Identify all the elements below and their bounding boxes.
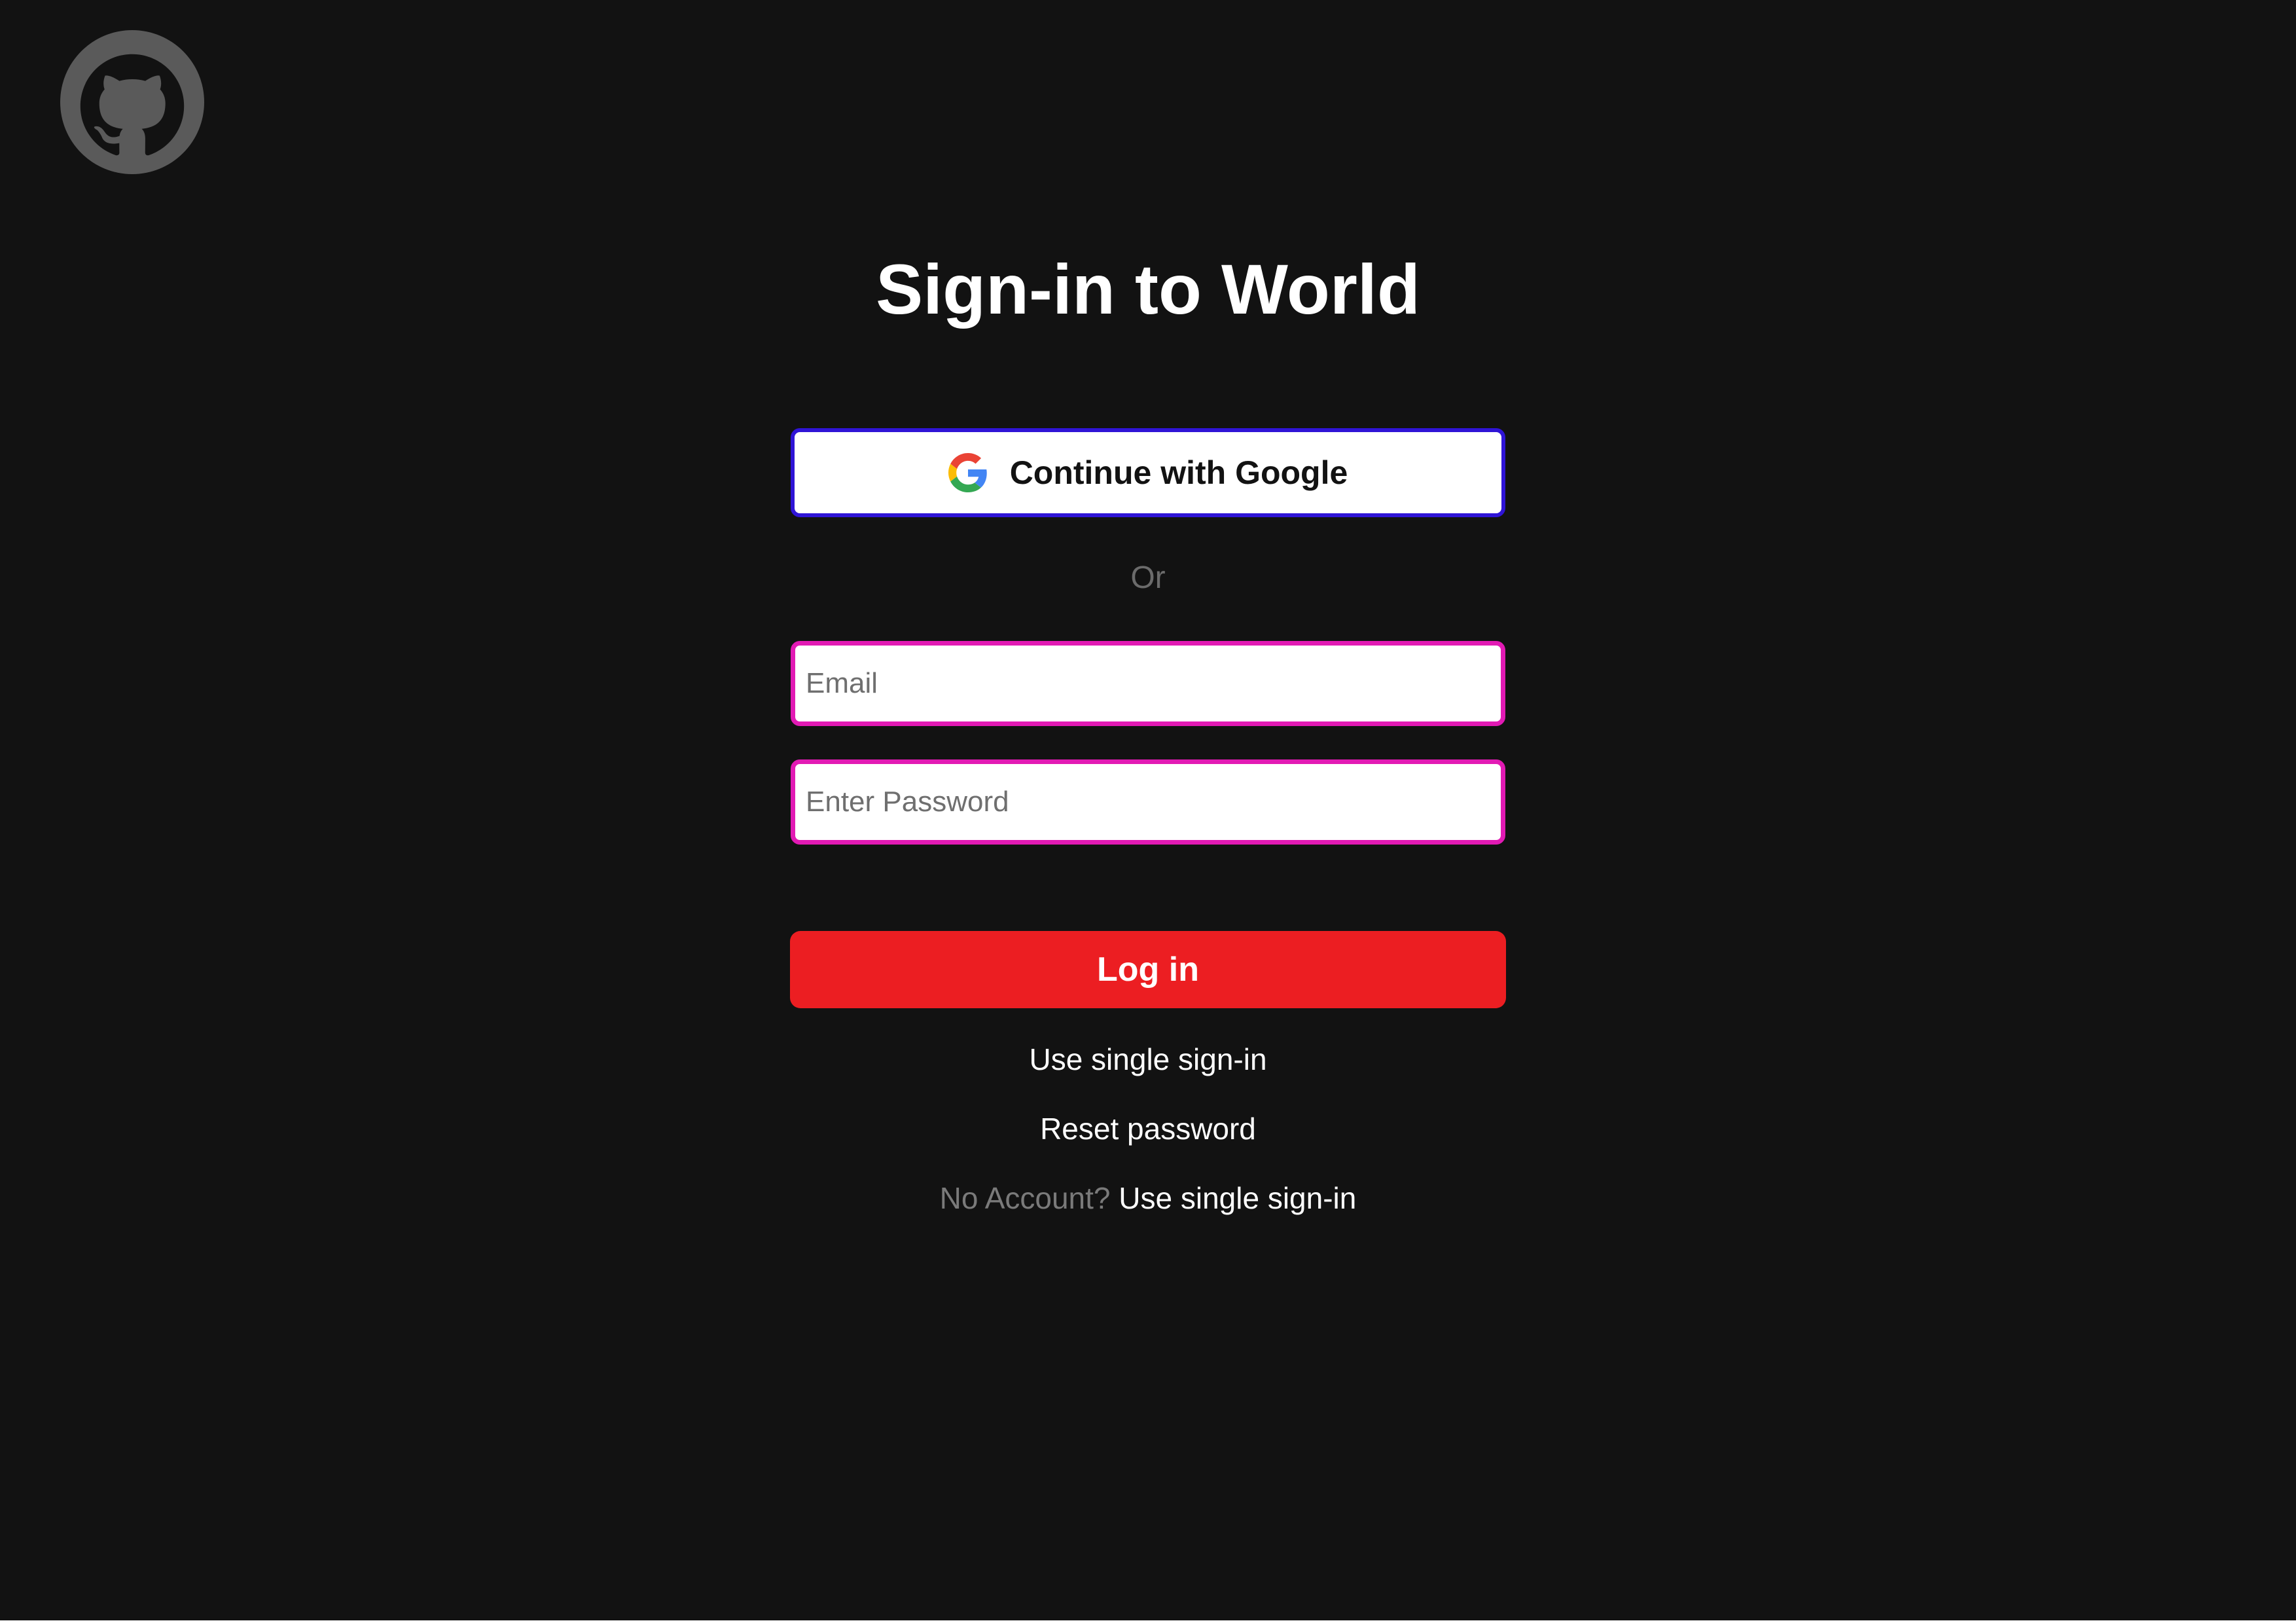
no-account-prompt: No Account? xyxy=(939,1181,1111,1215)
google-button-label: Continue with Google xyxy=(1009,454,1348,491)
or-divider: Or xyxy=(1130,560,1166,595)
github-logo-icon[interactable] xyxy=(60,30,204,174)
use-single-sign-in-link[interactable]: Use single sign-in xyxy=(1029,1042,1266,1076)
google-g-icon xyxy=(948,453,987,492)
no-account-row: No Account? Use single sign-in xyxy=(0,1177,2296,1219)
reset-password-row: Reset password xyxy=(0,1108,2296,1150)
continue-with-google-button[interactable]: Continue with Google xyxy=(791,428,1505,517)
password-field[interactable] xyxy=(791,759,1505,845)
single-sign-in-row: Use single sign-in xyxy=(0,1038,2296,1080)
log-in-button[interactable]: Log in xyxy=(790,931,1506,1008)
sign-in-screen: Sign-in to World Continue with Google Or… xyxy=(0,0,2296,1620)
no-account-single-sign-in-link[interactable]: Use single sign-in xyxy=(1119,1181,1356,1215)
page-title: Sign-in to World xyxy=(876,249,1420,329)
reset-password-link[interactable]: Reset password xyxy=(1040,1112,1256,1146)
email-field[interactable] xyxy=(791,641,1505,726)
